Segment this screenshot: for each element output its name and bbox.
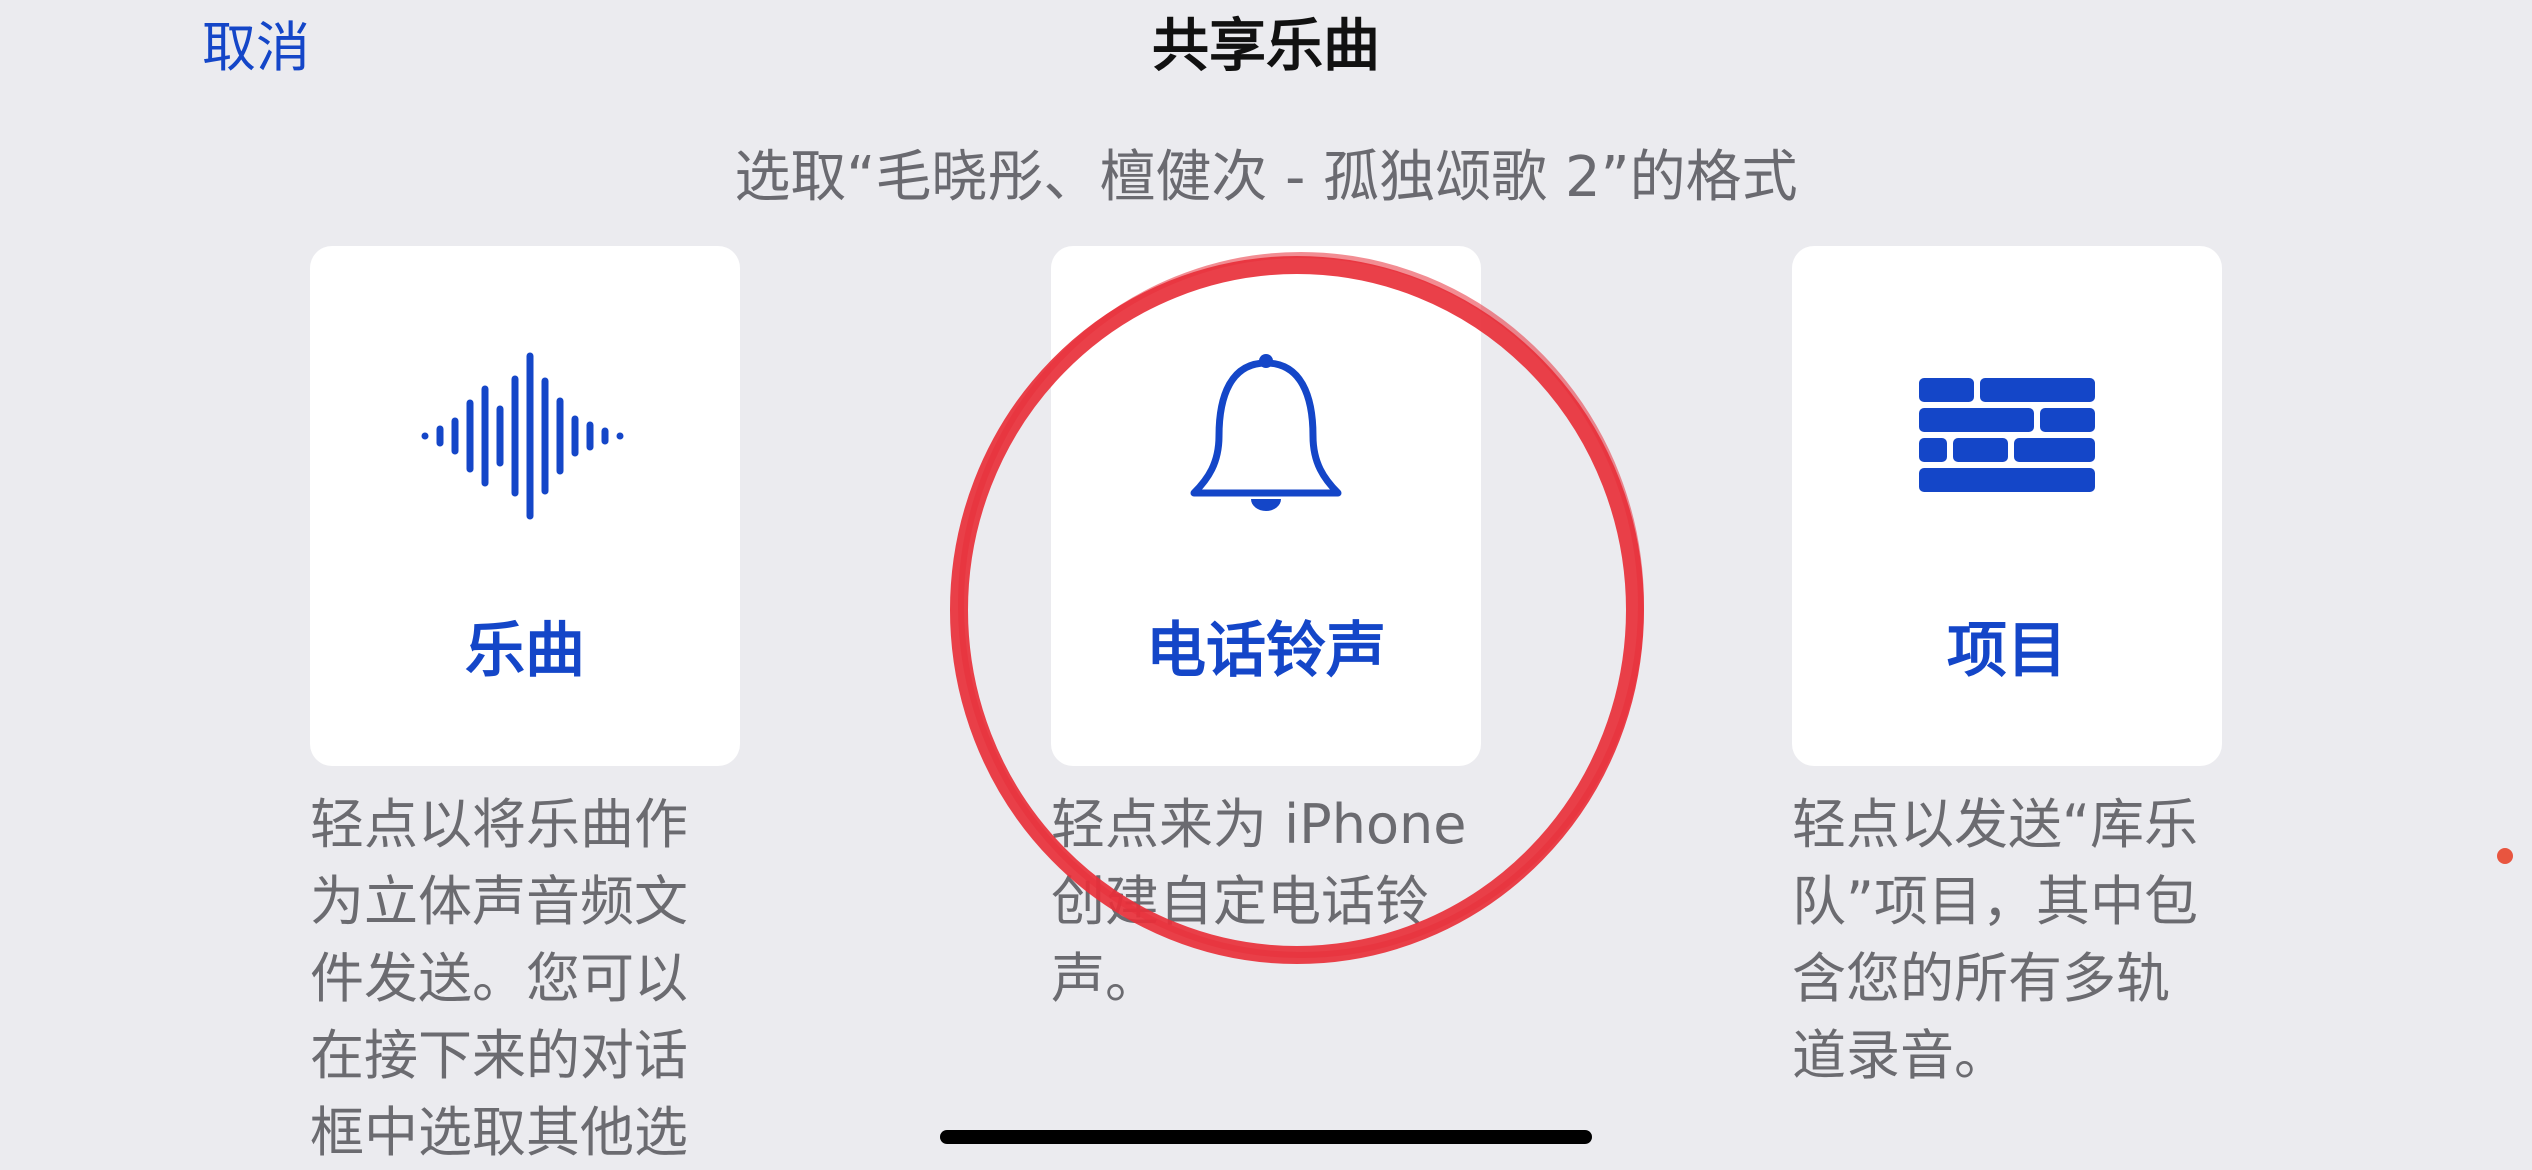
brick-wall-icon — [1792, 346, 2222, 526]
ringtone-option-card[interactable]: 电话铃声 — [1051, 246, 1481, 766]
edge-dot — [2497, 848, 2513, 864]
project-option-card[interactable]: 项目 — [1792, 246, 2222, 766]
song-option-card[interactable]: 乐曲 — [310, 246, 740, 766]
song-option-description: 轻点以将乐曲作为立体声音频文件发送。您可以在接下来的对话框中选取其他选 — [310, 793, 688, 1164]
project-option-description: 轻点以发送“库乐队”项目，其中包含您的所有多轨道录音。 — [1792, 793, 2198, 1087]
ringtone-option-description: 轻点来为 iPhone 创建自定电话铃声。 — [1051, 793, 1467, 1010]
song-option-label: 乐曲 — [465, 616, 585, 686]
share-song-sheet: 取消 共享乐曲 选取“毛晓彤、檀健次 - 孤独颂歌 2”的格式 乐曲 轻点以将乐… — [0, 0, 2532, 1170]
ringtone-option-label: 电话铃声 — [1146, 616, 1386, 686]
waveform-icon — [310, 346, 740, 526]
page-title: 共享乐曲 — [1152, 13, 1380, 79]
bell-icon — [1051, 346, 1481, 526]
format-prompt: 选取“毛晓彤、檀健次 - 孤独颂歌 2”的格式 — [734, 145, 1798, 210]
project-option-label: 项目 — [1947, 616, 2067, 686]
home-indicator[interactable] — [940, 1130, 1592, 1144]
